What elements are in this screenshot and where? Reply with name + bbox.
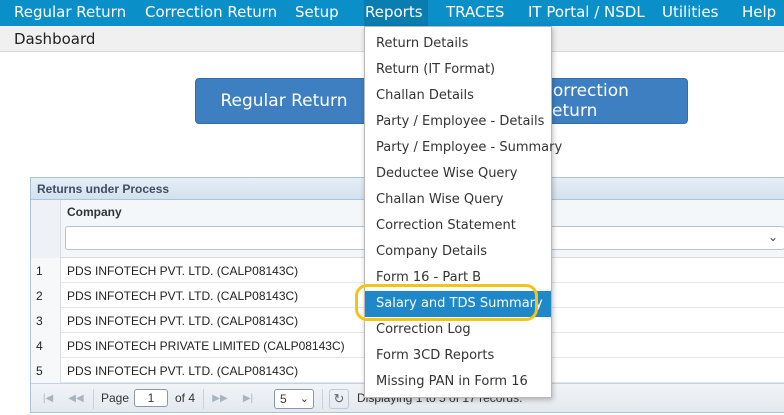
breadcrumb-dashboard[interactable]: Dashboard [14,30,95,48]
page-number-input[interactable]: 1 [134,389,168,407]
company-cell: PDS INFOTECH PVT. LTD. (CALP08143C) [67,264,299,278]
menu-item-correction-log[interactable]: Correction Log [365,317,551,343]
menu-item-form16-part-b[interactable]: Form 16 - Part B [365,265,551,291]
refresh-icon[interactable]: ↻ [329,389,349,409]
regular-return-button[interactable]: Regular Return [195,78,373,124]
menu-item-challan-wise-query[interactable]: Challan Wise Query [365,187,551,213]
menu-item-party-employee-summary[interactable]: Party / Employee - Summary [365,135,562,161]
page-total-label: of 4 [175,391,196,405]
company-cell: PDS INFOTECH PRIVATE LIMITED (CALP08143C… [67,339,345,353]
row-number-filter-cell [31,222,61,258]
pager-separator [322,389,323,409]
menu-setup[interactable]: Setup [295,0,339,26]
row-number: 1 [31,258,61,283]
row-number: 3 [31,308,61,333]
page-size-value: 5 [280,392,287,406]
company-column-label[interactable]: Company [67,205,122,219]
menu-item-return-details[interactable]: Return Details [365,31,551,57]
menu-item-correction-statement[interactable]: Correction Statement [365,213,551,239]
menu-item-party-employee-details[interactable]: Party / Employee - Details [365,109,551,135]
menu-item-deductee-wise-query[interactable]: Deductee Wise Query [365,161,551,187]
menu-item-missing-pan-form16[interactable]: Missing PAN in Form 16 [365,369,551,395]
row-number: 5 [31,358,61,383]
company-cell: PDS INFOTECH PVT. LTD. (CALP08143C) [67,314,299,328]
prev-page-icon[interactable]: ◀◀ [65,390,87,408]
menu-traces[interactable]: TRACES [446,0,504,26]
menu-item-form-3cd-reports[interactable]: Form 3CD Reports [365,343,551,369]
chevron-down-icon: ⌄ [299,393,309,405]
menu-item-return-it-format[interactable]: Return (IT Format) [365,57,551,83]
row-number: 2 [31,283,61,308]
menu-item-company-details[interactable]: Company Details [365,239,551,265]
pager-separator [93,389,94,409]
menu-it-portal-nsdl[interactable]: IT Portal / NSDL [528,0,645,26]
reports-dropdown-menu: Return Details Return (IT Format) Challa… [364,26,562,398]
menu-regular-return[interactable]: Regular Return [14,0,126,26]
menu-item-salary-tds-summary[interactable]: Salary and TDS Summary [365,291,551,317]
last-page-icon[interactable]: ▶| [237,390,259,408]
page-label: Page [101,391,130,405]
menu-item-challan-details[interactable]: Challan Details [365,83,551,109]
menu-help[interactable]: Help [742,0,776,26]
first-page-icon[interactable]: |◀ [37,390,59,408]
next-page-icon[interactable]: ▶▶ [209,390,231,408]
menu-reports[interactable]: Reports [364,0,428,26]
chevron-down-icon: ⌄ [767,230,778,244]
company-cell: PDS INFOTECH PVT. LTD. (CALP08143C) [67,289,299,303]
menu-utilities[interactable]: Utilities [662,0,718,26]
menu-correction-return[interactable]: Correction Return [145,0,277,26]
top-menu-bar: Regular Return Correction Return Setup R… [0,0,784,26]
pager-separator [203,389,204,409]
company-cell: PDS INFOTECH PVT. LTD. (CALP08143C) [67,364,299,378]
row-number: 4 [31,333,61,358]
page-size-select[interactable]: 5 ⌄ [274,389,314,409]
